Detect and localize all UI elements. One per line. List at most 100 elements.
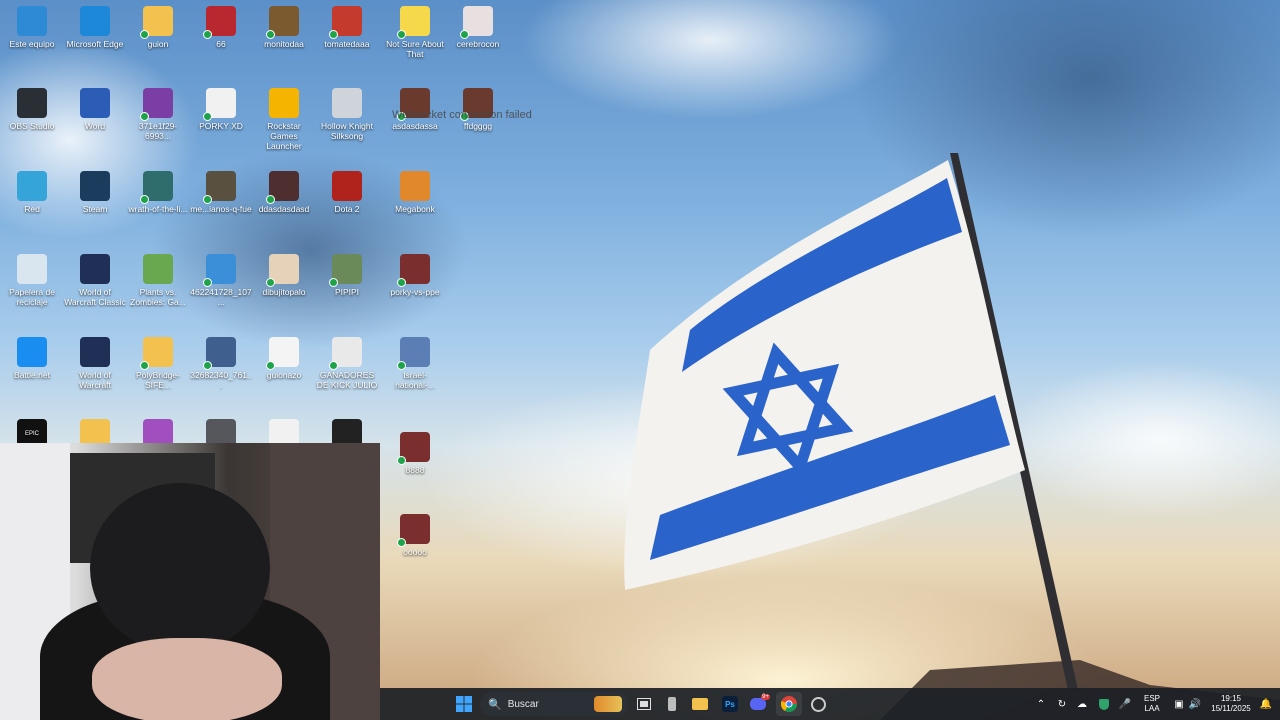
desktop-icon[interactable]: Word bbox=[64, 84, 126, 131]
desktop-icon[interactable]: Dota 2 bbox=[316, 167, 378, 214]
desktop-icon[interactable]: Plants vs. Zombies: Ga... bbox=[127, 250, 189, 307]
desktop-icon-label: cerebrocon bbox=[456, 39, 500, 49]
desktop-icon[interactable]: Israel-national-... bbox=[384, 333, 446, 390]
recycle-bin-icon bbox=[17, 254, 47, 284]
desktop-icon-label: 462241728_107... bbox=[190, 287, 252, 307]
desktop-icon[interactable]: 32682340_761... bbox=[190, 333, 252, 390]
sync-icon: ↻ bbox=[1057, 698, 1067, 710]
desktop-icon[interactable]: Papelera de reciclaje bbox=[1, 250, 63, 307]
discord-button[interactable]: 9+ bbox=[746, 692, 770, 716]
tray-sync-button[interactable]: ↻ bbox=[1054, 692, 1070, 716]
image-thumb-icon bbox=[203, 254, 236, 287]
desktop-icon-label: Red bbox=[24, 204, 40, 214]
desktop-icon[interactable]: asdasdassa bbox=[384, 84, 446, 131]
desktop-icon[interactable]: 371e1f29-6993... bbox=[127, 84, 189, 141]
search-icon: 🔍 bbox=[488, 698, 502, 711]
desktop-icon-label: Este equipo bbox=[9, 39, 55, 49]
tray-overflow-button[interactable]: ⌃ bbox=[1034, 692, 1048, 716]
webcam-overlay bbox=[0, 443, 380, 720]
desktop-icon-label: Steam bbox=[82, 204, 108, 214]
tray-network-button[interactable]: ▣ bbox=[1172, 692, 1186, 716]
desktop-icon[interactable]: 462241728_107... bbox=[190, 250, 252, 307]
file-explorer-button[interactable] bbox=[688, 692, 712, 716]
desktop-icon[interactable]: Microsoft Edge bbox=[64, 2, 126, 49]
desktop-icon[interactable]: wrath-of-the-li... bbox=[127, 167, 189, 214]
desktop-icon[interactable]: porky-vs-ppe bbox=[384, 250, 446, 297]
desktop-icon[interactable]: Megabonk bbox=[384, 167, 446, 214]
desktop-icon[interactable]: Steam bbox=[64, 167, 126, 214]
notifications-button[interactable]: 🔔 bbox=[1258, 692, 1274, 716]
tray-volume-button[interactable]: 🔊 bbox=[1188, 692, 1202, 716]
desktop-icon-label: 66 bbox=[216, 39, 226, 49]
desktop-icon-label: PolyBridge-SIFE... bbox=[136, 370, 180, 390]
desktop-icon[interactable]: me...ianos-q-fue bbox=[190, 167, 252, 214]
desktop-icon[interactable]: 8888 bbox=[384, 428, 446, 475]
desktop-icon[interactable]: Hollow Knight Silksong bbox=[316, 84, 378, 141]
desktop-icon[interactable]: ddasdasdasd bbox=[253, 167, 315, 214]
desktop-icon[interactable]: Este equipo bbox=[1, 2, 63, 49]
tray-microphone-button[interactable]: 🎤 bbox=[1118, 692, 1132, 716]
desktop-icon-label: Battle.net bbox=[14, 370, 50, 380]
desktop-icon[interactable]: 66 bbox=[190, 2, 252, 49]
sync-status-icon bbox=[266, 361, 275, 370]
clock[interactable]: 19:15 15/11/2025 bbox=[1206, 692, 1256, 716]
taskbar-app-button[interactable] bbox=[660, 692, 684, 716]
desktop-icon[interactable]: cerebrocon bbox=[447, 2, 509, 49]
desktop-icon[interactable]: Battle.net bbox=[1, 333, 63, 380]
taskbar: 🔍 Buscar Ps 9+ ⌃ ↻ ☁ 🎤 ESP LAA ▣ 🔊 19:15… bbox=[380, 688, 1280, 720]
edge-icon bbox=[80, 6, 110, 36]
desktop-icon-label: Word bbox=[84, 121, 106, 131]
megabonk-icon bbox=[400, 171, 430, 201]
websocket-error-message: Websocket connection failed bbox=[392, 109, 532, 121]
steam-taskbar-button[interactable] bbox=[806, 692, 830, 716]
desktop-icon[interactable]: OBS Studio bbox=[1, 84, 63, 131]
image-thumb-icon bbox=[203, 171, 236, 204]
desktop-icon-label: 371e1f29-6993... bbox=[138, 121, 178, 141]
search-highlight-icon bbox=[594, 696, 622, 712]
language-indicator[interactable]: ESP LAA bbox=[1138, 692, 1166, 716]
start-button[interactable] bbox=[452, 692, 476, 716]
tray-security-button[interactable] bbox=[1096, 692, 1112, 716]
chrome-icon bbox=[781, 696, 797, 712]
dota-icon bbox=[332, 171, 362, 201]
desktop-icon[interactable]: tomatedaaa bbox=[316, 2, 378, 49]
sync-status-icon bbox=[329, 361, 338, 370]
desktop-icon[interactable]: Rockstar Games Launcher bbox=[253, 84, 315, 151]
desktop-icon[interactable]: PORKY XD bbox=[190, 84, 252, 131]
sync-status-icon bbox=[397, 538, 406, 547]
desktop-icon[interactable]: guion bbox=[127, 2, 189, 49]
desktop-icon[interactable]: PIPIPI bbox=[316, 250, 378, 297]
desktop-icon[interactable]: World of Warcraft Classic bbox=[64, 250, 126, 307]
desktop-icon[interactable]: PolyBridge-SIFE... bbox=[127, 333, 189, 390]
desktop-icon[interactable]: World of Warcraft bbox=[64, 333, 126, 390]
desktop-icon[interactable]: guionazo bbox=[253, 333, 315, 380]
image-thumb-icon bbox=[266, 171, 299, 204]
photoshop-button[interactable]: Ps bbox=[718, 692, 742, 716]
desktop-icon-label: Hollow Knight Silksong bbox=[321, 121, 373, 141]
image-thumb-icon bbox=[266, 6, 299, 39]
sync-status-icon bbox=[203, 30, 212, 39]
task-view-button[interactable] bbox=[632, 692, 656, 716]
chevron-up-icon: ⌃ bbox=[1036, 698, 1046, 710]
desktop-icon[interactable]: dibujitopalo bbox=[253, 250, 315, 297]
image-thumb-icon bbox=[140, 171, 173, 204]
desktop-icon[interactable]: monitodaa bbox=[253, 2, 315, 49]
webcam-person-hair bbox=[90, 483, 270, 653]
sync-status-icon bbox=[203, 112, 212, 121]
discord-badge: 9+ bbox=[761, 694, 770, 700]
desktop-icon[interactable]: Red bbox=[1, 167, 63, 214]
chrome-button[interactable] bbox=[776, 692, 802, 716]
obs-icon bbox=[17, 88, 47, 118]
desktop-icon[interactable]: GANADORES DE KICK JULIO bbox=[316, 333, 378, 390]
sync-status-icon bbox=[329, 30, 338, 39]
image-thumb-icon bbox=[329, 254, 362, 287]
desktop-icon-label: ddasdasdasd bbox=[258, 204, 310, 214]
desktop-icon[interactable]: Not Sure About That bbox=[384, 2, 446, 59]
network-icon bbox=[17, 171, 47, 201]
search-box[interactable]: 🔍 Buscar bbox=[480, 692, 628, 716]
desktop-icon[interactable]: ffdgggg bbox=[447, 84, 509, 131]
desktop-icon[interactable]: ooooo bbox=[384, 510, 446, 557]
tray-onedrive-button[interactable]: ☁ bbox=[1074, 692, 1090, 716]
sync-status-icon bbox=[140, 112, 149, 121]
folder-icon bbox=[692, 698, 708, 710]
